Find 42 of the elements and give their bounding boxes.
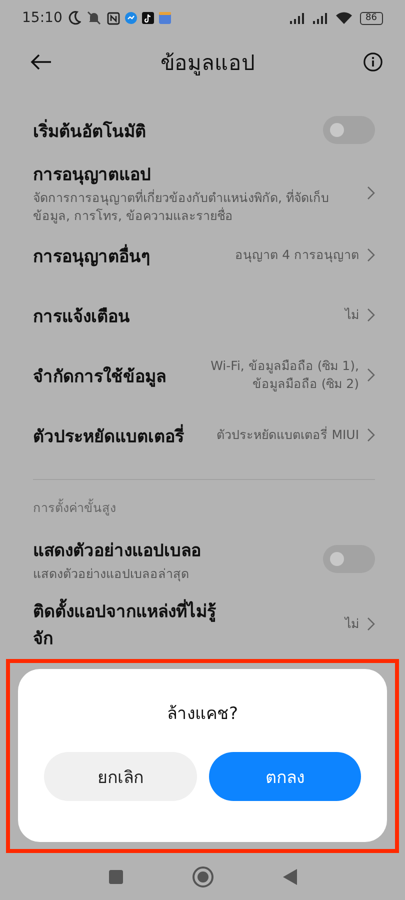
- music-note-icon: [142, 12, 154, 24]
- square-icon[interactable]: [108, 868, 124, 884]
- page-title: ข้อมูลแอป: [160, 50, 254, 78]
- app-icon: [159, 12, 172, 24]
- section-heading: การตั้งค่าขั้นสูง: [33, 498, 117, 518]
- info-icon[interactable]: [363, 52, 383, 72]
- setting-title: แสดงตัวอย่างแอปเบลอ: [33, 540, 202, 562]
- status-time: 15:10: [22, 10, 62, 26]
- setting-title: การอนุญาตแอป: [33, 164, 152, 187]
- wifi-icon: [336, 12, 352, 24]
- battery-level: 86: [360, 12, 383, 24]
- chat-bubble-icon: [125, 12, 138, 24]
- setting-title: การอนุญาตอื่นๆ: [33, 242, 228, 268]
- setting-description: แสดงตัวอย่างแอปเบลอล่าสุด: [33, 564, 190, 582]
- chevron-right-icon[interactable]: [367, 308, 375, 322]
- setting-title: ตัวประหยัดแบตเตอรี่: [33, 422, 209, 448]
- setting-title: เริ่มต้นอัตโนมัติ: [33, 116, 315, 144]
- setting-value: Wi-Fi, ข้อมูลมือถือ (ซิม 1), ข้อมูลมือถือ (ซิม 2): [210, 357, 359, 393]
- setting-value: ไม่: [345, 306, 359, 324]
- dialog-title: ล้างแคช?: [166, 703, 238, 726]
- confirm-button[interactable]: ตกลง: [208, 752, 361, 801]
- setting-value: อนุญาต 4 การอนุญาต: [235, 246, 359, 264]
- back-arrow-icon[interactable]: [30, 54, 52, 70]
- nfc-icon: [107, 12, 120, 24]
- chevron-right-icon[interactable]: [367, 428, 375, 442]
- setting-value: ไม่: [345, 615, 359, 633]
- setting-title: การแจ้งเตือน: [33, 306, 131, 328]
- moon-icon: [68, 11, 82, 25]
- setting-title: จำกัดการใช้ข้อมูล: [33, 365, 167, 388]
- chevron-right-icon[interactable]: [367, 186, 375, 200]
- back-triangle-icon[interactable]: [282, 868, 298, 886]
- home-circle-icon[interactable]: [192, 866, 214, 888]
- chevron-right-icon[interactable]: [367, 368, 375, 382]
- toggle-switch[interactable]: [323, 116, 375, 144]
- toggle-switch[interactable]: [323, 545, 375, 573]
- setting-value: ตัวประหยัดแบตเตอรี่ MIUI: [216, 426, 359, 444]
- cancel-button[interactable]: ยกเลิก: [44, 752, 196, 801]
- setting-description: จัดการการอนุญาตที่เกี่ยวข้องกับตำแหน่งพิกัด, ที่จัดเก็บข้อมูล, การโทร, ข้อความและรายชื่อ: [33, 189, 330, 225]
- setting-title: ติดตั้งแอปจากแหล่งที่ไม่รู้จัก: [33, 597, 223, 651]
- chevron-right-icon[interactable]: [367, 617, 375, 631]
- chevron-right-icon[interactable]: [367, 248, 375, 262]
- muted-bell-icon: [86, 11, 102, 25]
